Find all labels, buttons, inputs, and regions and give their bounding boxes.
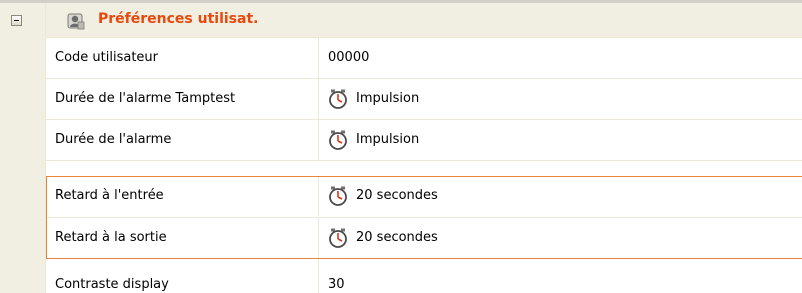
property-value[interactable]: 20 secondes: [328, 218, 438, 258]
property-value[interactable]: 00000: [328, 38, 369, 78]
timer-icon: [329, 89, 347, 109]
property-value[interactable]: Impulsion: [328, 79, 419, 119]
timer-icon: [329, 130, 347, 150]
property-value[interactable]: 20 secondes: [328, 176, 438, 216]
property-name: Retard à l'entrée: [55, 188, 164, 203]
property-grid: Préférences utilisat. Code utilisateur 0…: [0, 0, 802, 293]
column-divider: [318, 218, 319, 258]
property-value-text: Impulsion: [356, 132, 420, 147]
property-value-text: 20 secondes: [356, 188, 438, 203]
left-gutter: [0, 3, 46, 293]
property-row[interactable]: Durée de l'alarme Impulsion: [46, 120, 802, 161]
property-row[interactable]: Retard à la sortie 20 secondes: [46, 218, 802, 259]
property-row[interactable]: Retard à l'entrée 20 secondes: [46, 176, 802, 218]
column-divider: [318, 259, 319, 293]
column-divider: [318, 176, 319, 216]
timer-icon: [329, 186, 347, 206]
property-value-text: 30: [328, 277, 345, 292]
property-name: Contraste display: [55, 277, 169, 292]
property-name: Durée de l'alarme: [55, 132, 172, 147]
property-value[interactable]: Impulsion: [328, 120, 419, 160]
column-divider: [318, 38, 319, 78]
property-value-text: Impulsion: [356, 91, 420, 106]
property-value[interactable]: 30: [328, 265, 345, 293]
property-name: Durée de l'alarme Tamptest: [55, 91, 236, 106]
property-value-text: 00000: [328, 50, 370, 65]
collapse-icon[interactable]: [11, 15, 22, 26]
category-label: Préférences utilisat.: [98, 11, 259, 27]
column-divider: [318, 120, 319, 160]
property-name: Code utilisateur: [55, 50, 159, 65]
property-row[interactable]: Contraste display 30: [46, 259, 802, 293]
property-name: Retard à la sortie: [55, 230, 167, 245]
property-value-text: 20 secondes: [356, 230, 438, 245]
column-divider: [318, 79, 319, 119]
property-row[interactable]: Durée de l'alarme Tamptest Impulsion: [46, 79, 802, 120]
timer-icon: [329, 228, 347, 248]
user-icon: [67, 13, 85, 30]
property-row[interactable]: Code utilisateur 00000: [46, 38, 802, 79]
